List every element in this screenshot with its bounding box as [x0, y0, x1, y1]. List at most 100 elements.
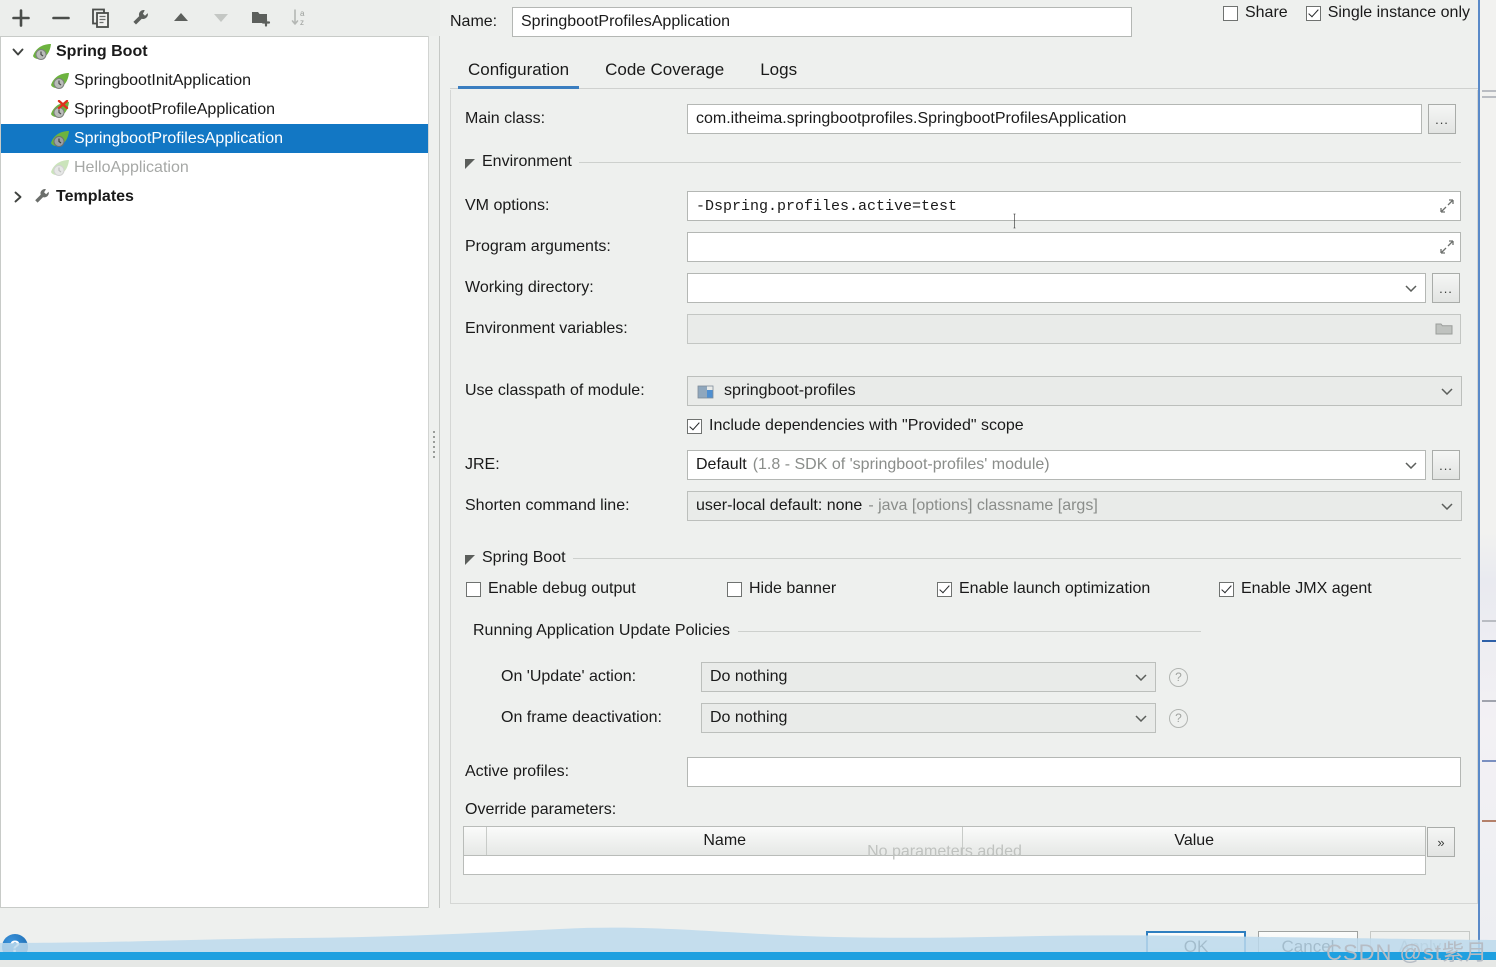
tree-item-springbootprofileapplication[interactable]: SpringbootProfileApplication: [1, 95, 428, 124]
chevron-down-icon: [1405, 285, 1417, 292]
use-classpath-value: springboot-profiles: [724, 382, 856, 399]
use-classpath-label: Use classpath of module:: [465, 382, 645, 399]
collapse-triangle-icon[interactable]: [465, 555, 475, 565]
splitter-grip: [433, 431, 437, 461]
detail-tabs: Configuration Code Coverage Logs: [450, 46, 1478, 89]
tab-code-coverage[interactable]: Code Coverage: [587, 60, 742, 89]
tree-item-springbootinitapplication[interactable]: SpringbootInitApplication: [1, 66, 428, 95]
checkbox-box: [1305, 5, 1321, 21]
checkbox-label: Enable launch optimization: [959, 580, 1151, 597]
working-directory-combo[interactable]: [687, 273, 1426, 303]
vm-options-label: VM options:: [465, 197, 550, 214]
shorten-command-line-row: Shorten command line: user-local default…: [465, 491, 1465, 521]
arrow-up-icon[interactable]: [166, 3, 196, 33]
folder-icon[interactable]: [1435, 321, 1453, 336]
name-row-options: Share Single instance only: [1222, 4, 1470, 22]
jre-value-hint: (1.8 - SDK of 'springboot-profiles' modu…: [752, 456, 1050, 473]
environment-variables-input[interactable]: [687, 314, 1461, 344]
text-cursor-icon: [1013, 213, 1016, 229]
spring-boot-section-header[interactable]: Spring Boot: [465, 549, 1461, 567]
jre-combo[interactable]: Default (1.8 - SDK of 'springboot-profil…: [687, 450, 1426, 480]
enable-launch-optimization-checkbox[interactable]: Enable launch optimization: [937, 580, 1150, 598]
tree-item-springbootprofilesapplication[interactable]: SpringbootProfilesApplication: [1, 124, 428, 153]
chevron-right-icon[interactable]: [5, 184, 31, 210]
program-arguments-input[interactable]: [687, 232, 1461, 262]
jre-value: Default: [696, 456, 747, 473]
copy-icon[interactable]: [86, 3, 116, 33]
configurations-tree[interactable]: Spring Boot SpringbootInitApplication Sp…: [0, 36, 428, 908]
include-provided-scope-checkbox[interactable]: Include dependencies with "Provided" sco…: [687, 417, 1024, 435]
sort-az-icon[interactable]: a z: [286, 3, 316, 33]
expand-editor-icon[interactable]: [1440, 199, 1454, 213]
environment-section-label: Environment: [482, 153, 572, 170]
section-rule: [578, 161, 1461, 163]
table-expand-button[interactable]: »: [1427, 827, 1455, 857]
configurations-left-panel: a z Spring Boot SpringbootInitApplicatio…: [0, 0, 440, 914]
add-button[interactable]: [6, 3, 36, 33]
shorten-value-hint: - java [options] classname [args]: [868, 497, 1098, 514]
wrench-icon[interactable]: [126, 3, 156, 33]
tree-item-helloapplication[interactable]: HelloApplication: [1, 153, 428, 182]
remove-button[interactable]: [46, 3, 76, 33]
module-icon: [697, 385, 714, 399]
name-input[interactable]: [512, 7, 1132, 37]
program-arguments-row: Program arguments:: [465, 232, 1465, 262]
enable-jmx-agent-checkbox[interactable]: Enable JMX agent: [1219, 580, 1372, 598]
tree-group-templates[interactable]: Templates: [1, 182, 428, 211]
shorten-command-line-combo[interactable]: user-local default: none - java [options…: [687, 491, 1462, 521]
expand-editor-icon[interactable]: [1440, 240, 1454, 254]
collapse-triangle-icon[interactable]: [465, 159, 475, 169]
tree-item-label: SpringbootInitApplication: [74, 71, 252, 89]
active-profiles-label: Active profiles:: [465, 763, 570, 780]
environment-section-header[interactable]: Environment: [465, 153, 1461, 171]
checkbox-label: Enable debug output: [488, 580, 636, 597]
environment-variables-label: Environment variables:: [465, 320, 628, 337]
jre-label: JRE:: [465, 456, 500, 473]
checkbox-box: [727, 581, 742, 597]
main-class-input[interactable]: [687, 104, 1422, 134]
tree-item-label: SpringbootProfileApplication: [74, 100, 276, 118]
on-update-value: Do nothing: [710, 668, 788, 685]
wrench-icon: [31, 187, 53, 207]
main-class-browse-button[interactable]: ...: [1428, 104, 1456, 134]
single-instance-only-checkbox[interactable]: Single instance only: [1305, 4, 1470, 22]
on-frame-help-icon[interactable]: ?: [1169, 708, 1188, 728]
working-directory-browse-button[interactable]: ...: [1432, 273, 1460, 303]
tree-group-spring-boot[interactable]: Spring Boot: [1, 37, 428, 66]
folder-add-icon[interactable]: [246, 3, 276, 33]
on-frame-deactivation-combo[interactable]: Do nothing: [701, 703, 1156, 733]
decorative-blue-bar: [0, 952, 1496, 960]
override-parameters-table[interactable]: Name Value No parameters added »: [463, 826, 1455, 875]
jre-browse-button[interactable]: ...: [1432, 450, 1460, 480]
include-provided-label: Include dependencies with "Provided" sco…: [709, 417, 1024, 434]
dialog-body: a z Spring Boot SpringbootInitApplicatio…: [0, 0, 1478, 967]
on-update-help-icon[interactable]: ?: [1169, 667, 1188, 687]
configuration-detail-panel: Name: Share Single instance only Configu…: [440, 0, 1478, 914]
ghost-text-strip: [0, 960, 1496, 967]
enable-debug-output-checkbox[interactable]: Enable debug output: [466, 580, 636, 598]
panel-splitter[interactable]: [428, 36, 440, 908]
configurations-toolbar: a z: [0, 0, 440, 36]
use-classpath-combo[interactable]: springboot-profiles: [687, 376, 1462, 406]
hide-banner-checkbox[interactable]: Hide banner: [727, 580, 836, 598]
vm-options-input[interactable]: [687, 191, 1461, 221]
tab-configuration[interactable]: Configuration: [450, 60, 587, 89]
spring-leaf-icon: [31, 42, 53, 62]
chevron-down-icon[interactable]: [5, 39, 31, 65]
share-checkbox[interactable]: Share: [1222, 4, 1288, 22]
arrow-down-icon[interactable]: [206, 3, 236, 33]
tree-group-label: Templates: [56, 187, 134, 205]
tree-item-label: HelloApplication: [74, 158, 189, 176]
on-update-action-combo[interactable]: Do nothing: [701, 662, 1156, 692]
tab-logs[interactable]: Logs: [742, 60, 815, 89]
section-rule: [572, 557, 1461, 559]
working-directory-label: Working directory:: [465, 279, 594, 296]
configuration-tab-content: Main class: ... Environment VM options:: [450, 90, 1478, 904]
active-profiles-input[interactable]: [687, 757, 1461, 787]
update-policies-section: Running Application Update Policies: [473, 622, 1201, 640]
run-debug-configurations-dialog: a z Spring Boot SpringbootInitApplicatio…: [0, 0, 1496, 967]
override-parameters-label: Override parameters:: [465, 801, 617, 818]
checkbox-box: [937, 581, 952, 597]
checkbox-box: [687, 418, 702, 434]
active-profiles-row: Active profiles:: [465, 757, 1465, 787]
